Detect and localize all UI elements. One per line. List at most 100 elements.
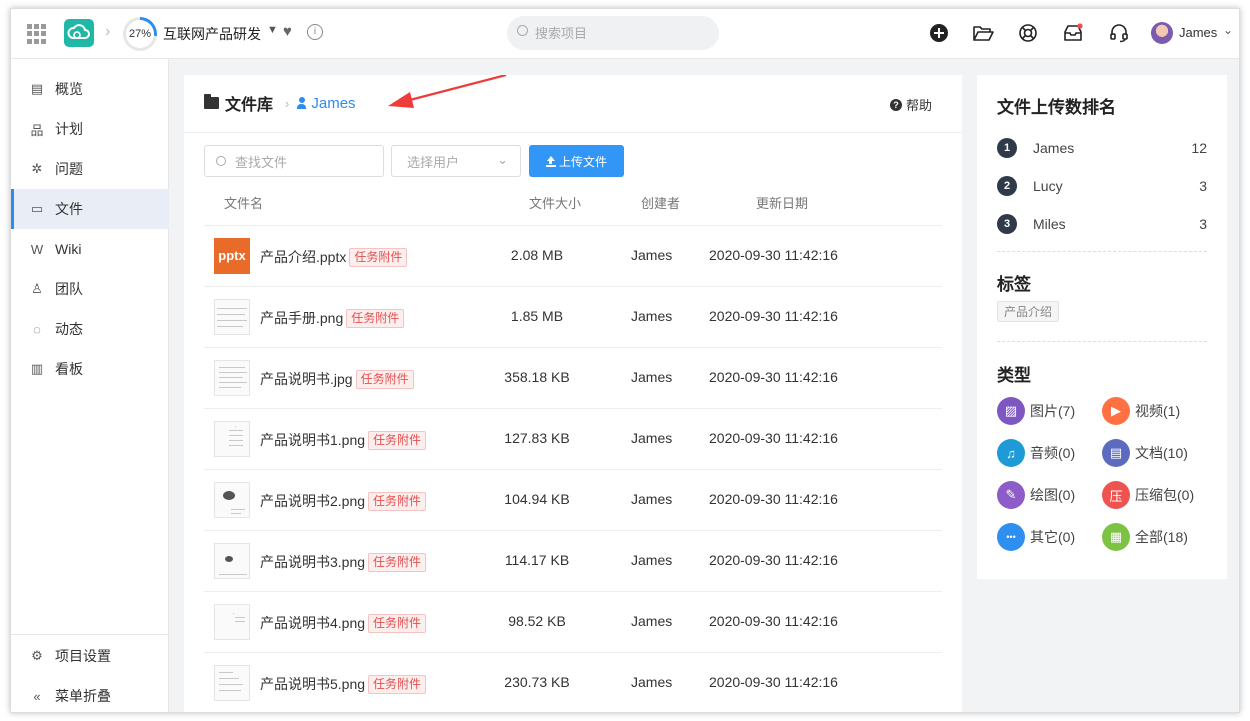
sidebar-item-files[interactable]: ▭ 文件	[11, 189, 169, 229]
column-header-size[interactable]: 文件大小	[529, 193, 581, 212]
file-name-cell[interactable]: 产品说明书5.png 任务附件	[260, 674, 427, 694]
type-filter-item[interactable]: ✎ 绘图(0)	[997, 481, 1107, 509]
headset-icon[interactable]	[1107, 21, 1131, 45]
team-icon: ♙	[31, 281, 43, 296]
add-circle-icon[interactable]	[927, 21, 951, 45]
upload-file-button[interactable]: 上传文件	[529, 145, 624, 177]
type-filter-item[interactable]: ▨ 图片(7)	[997, 397, 1107, 425]
table-row[interactable]: 产品手册.png 任务附件 1.85 MB James 2020-09-30 11:42…	[204, 287, 942, 348]
help-ring-icon[interactable]	[1016, 21, 1040, 45]
all-icon: ▦	[1102, 523, 1130, 551]
rank-badge: 2	[997, 176, 1017, 196]
ranking-row[interactable]: 1 James 12	[997, 135, 1207, 158]
type-filter-item[interactable]: 压压缩包(0)	[1102, 481, 1212, 509]
table-row[interactable]: 产品说明书1.png 任务附件 127.83 KB James 2020-09-30 1…	[204, 409, 942, 470]
sidebar-item-plan[interactable]: 品 计划	[11, 109, 169, 149]
sidebar-item-issues[interactable]: ✲ 问题	[11, 149, 169, 189]
folder-open-icon[interactable]	[971, 21, 995, 45]
breadcrumb-title[interactable]: 文件库	[225, 91, 273, 115]
table-row[interactable]: 产品说明书4.png 任务附件 98.52 KB James 2020-09-30 11…	[204, 592, 942, 653]
info-icon[interactable]: i	[307, 24, 323, 40]
user-name[interactable]: James	[1179, 25, 1217, 40]
file-name[interactable]: 产品手册.png	[260, 308, 343, 328]
file-name[interactable]: 产品说明书1.png	[260, 430, 365, 450]
rank-name: James	[1033, 140, 1075, 156]
file-name-cell[interactable]: 产品说明书3.png 任务附件	[260, 552, 427, 572]
thumbnail-shape	[225, 556, 233, 562]
thumbnail-line	[219, 382, 247, 383]
file-name-cell[interactable]: 产品说明书1.png 任务附件	[260, 430, 427, 450]
file-creator: James	[631, 430, 673, 446]
file-size: 358.18 KB	[504, 369, 570, 385]
caret-down-icon[interactable]: ▼	[267, 24, 278, 36]
file-name[interactable]: 产品说明书4.png	[260, 613, 365, 633]
folder-icon: ▭	[30, 201, 44, 216]
thumbnail-line	[219, 377, 243, 378]
ranking-row[interactable]: 3 Miles 3	[997, 211, 1207, 234]
file-name-cell[interactable]: 产品手册.png 任务附件	[260, 308, 405, 328]
type-filter-item[interactable]: ••• 其它(0)	[997, 523, 1107, 551]
heart-icon[interactable]: ♥	[283, 23, 292, 40]
file-name[interactable]: 产品介绍.pptx	[260, 247, 346, 267]
apps-grid-icon[interactable]	[27, 24, 47, 44]
chevron-down-icon[interactable]: ⌄	[1223, 23, 1233, 37]
table-row[interactable]: 产品说明书.jpg 任务附件 358.18 KB James 2020-09-30 11…	[204, 348, 942, 409]
project-search[interactable]	[507, 16, 719, 50]
help-button[interactable]: ? 帮助	[889, 95, 932, 114]
tags-title: 标签	[997, 275, 1031, 294]
file-name[interactable]: 产品说明书3.png	[260, 552, 365, 572]
table-row[interactable]: 产品说明书2.png 任务附件 104.94 KB James 2020-09-30 1…	[204, 470, 942, 531]
file-creator: James	[631, 552, 673, 568]
column-header-name[interactable]: 文件名	[224, 193, 263, 212]
type-filter-item[interactable]: ♫ 音频(0)	[997, 439, 1107, 467]
type-filter-item[interactable]: ▤ 文档(10)	[1102, 439, 1212, 467]
type-filter-label: 绘图(0)	[1030, 487, 1076, 503]
tag-chip[interactable]: 产品介绍	[997, 301, 1060, 322]
task-attachment-badge: 任务附件	[368, 552, 427, 572]
file-name[interactable]: 产品说明书5.png	[260, 674, 365, 694]
thumbnail-line	[229, 440, 243, 441]
upload-label: 上传文件	[558, 154, 607, 169]
sidebar-item-board[interactable]: ▥ 看板	[11, 349, 169, 389]
activity-icon: ◌	[33, 321, 41, 337]
sidebar-item-overview[interactable]: ▤ 概览	[11, 69, 169, 109]
ranking-row[interactable]: 2 Lucy 3	[997, 173, 1207, 196]
search-input[interactable]	[535, 24, 705, 42]
file-name[interactable]: 产品说明书2.png	[260, 491, 365, 511]
file-name-cell[interactable]: 产品说明书.jpg 任务附件	[260, 369, 414, 389]
archive-icon: 压	[1102, 481, 1130, 509]
pptx-file-icon: pptx	[214, 238, 250, 274]
task-attachment-badge: 任务附件	[368, 430, 427, 450]
file-updated-date: 2020-09-30 11:42:16	[709, 613, 838, 629]
table-row[interactable]: pptx 产品介绍.pptx 任务附件 2.08 MB James 2020-09-30 …	[204, 226, 942, 287]
type-filter-item[interactable]: ▦ 全部(18)	[1102, 523, 1212, 551]
collapse-menu-button[interactable]: « 菜单折叠	[11, 676, 169, 712]
sidebar-item-activity[interactable]: ◌ 动态	[11, 309, 169, 349]
chevron-right-icon: ›	[105, 23, 111, 40]
project-title[interactable]: 互联网产品研发	[163, 24, 261, 44]
cloud-logo[interactable]	[64, 19, 94, 47]
search-icon	[517, 25, 528, 36]
user-select[interactable]: 选择用户 ⌄	[391, 145, 521, 177]
file-search-input[interactable]: 查找文件	[204, 145, 384, 177]
folder-icon	[204, 94, 219, 109]
column-header-creator[interactable]: 创建者	[641, 193, 680, 212]
type-filter-item[interactable]: ▶ 视频(1)	[1102, 397, 1212, 425]
inbox-icon[interactable]	[1061, 21, 1085, 45]
table-row[interactable]: 产品说明书5.png 任务附件 230.73 KB James 2020-09-30 1…	[204, 653, 942, 712]
file-updated-date: 2020-09-30 11:42:16	[709, 308, 838, 324]
column-header-date[interactable]: 更新日期	[756, 193, 808, 212]
file-name-cell[interactable]: 产品说明书2.png 任务附件	[260, 491, 427, 511]
plan-icon: 品	[30, 122, 44, 138]
project-settings-button[interactable]: ⚙ 项目设置	[11, 636, 169, 676]
avatar[interactable]	[1151, 22, 1173, 44]
file-name-cell[interactable]: 产品说明书4.png 任务附件	[260, 613, 427, 633]
type-filter-label: 视频(1)	[1135, 403, 1181, 419]
table-row[interactable]: 产品说明书3.png 任务附件 114.17 KB James 2020-09-30 1…	[204, 531, 942, 592]
sidebar-item-team[interactable]: ♙ 团队	[11, 269, 169, 309]
task-attachment-badge: 任务附件	[346, 308, 405, 328]
file-name[interactable]: 产品说明书.jpg	[260, 369, 353, 389]
file-name-cell[interactable]: 产品介绍.pptx 任务附件	[260, 247, 408, 267]
breadcrumb-user[interactable]: James	[297, 95, 356, 112]
sidebar-item-wiki[interactable]: W Wiki	[11, 229, 169, 269]
